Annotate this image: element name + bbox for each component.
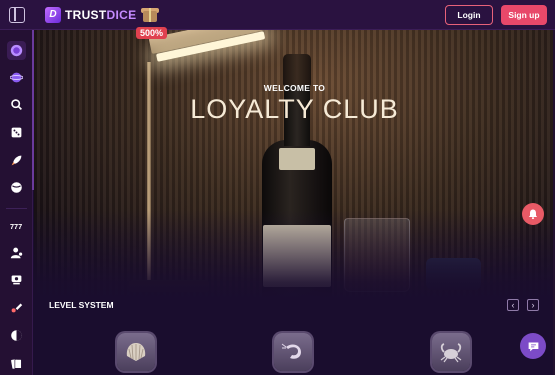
login-button[interactable]: Login [445, 5, 493, 25]
logo-text-dice: DICE [106, 8, 137, 22]
sidebar-item-vip[interactable] [7, 68, 26, 87]
sidebar-item-search[interactable] [7, 95, 26, 114]
sidebar: 777 [0, 30, 33, 375]
shell-icon [126, 343, 146, 361]
dealer-icon [10, 247, 23, 259]
level-prev-button[interactable]: ‹ [507, 299, 519, 311]
sidebar-toggle-icon[interactable] [9, 7, 25, 23]
planet-icon [10, 72, 23, 83]
level-next-button[interactable]: › [527, 299, 539, 311]
sidebar-item-crypto[interactable] [7, 326, 26, 345]
level-card-crab[interactable] [432, 333, 470, 371]
cards-icon [11, 359, 22, 369]
level-system-title: LEVEL SYSTEM [49, 300, 114, 310]
bell-icon [528, 209, 538, 220]
rocket-diag-icon [11, 303, 23, 313]
poker-table-icon [11, 275, 22, 285]
notification-button[interactable] [522, 203, 544, 225]
signup-button[interactable]: Sign up [501, 5, 547, 25]
dice-icon [11, 127, 22, 138]
sidebar-divider [6, 208, 27, 209]
sidebar-item-table-games[interactable] [7, 270, 26, 289]
top-bar: D TRUSTDICE Login Sign up [0, 0, 555, 30]
loyalty-hero-banner: WELCOME TO LOYALTY CLUB [34, 30, 555, 300]
sidebar-item-cards[interactable] [7, 354, 26, 373]
chat-icon [528, 341, 538, 351]
promo-badge[interactable]: 500% [136, 27, 168, 39]
coin-icon [11, 330, 22, 341]
hero-subtitle: WELCOME TO [263, 83, 326, 93]
chat-button[interactable] [520, 333, 546, 359]
sidebar-item-live-dealer[interactable] [7, 243, 26, 262]
logo-mark: D [45, 7, 61, 23]
shrimp-icon [281, 343, 301, 359]
svg-text:777: 777 [10, 222, 22, 231]
level-card-shrimp[interactable] [274, 333, 312, 371]
gift-icon[interactable] [140, 3, 160, 25]
sidebar-item-sports[interactable] [7, 178, 26, 197]
logo-text: TRUSTDICE [65, 8, 136, 22]
sidebar-item-slots[interactable]: 777 [7, 216, 26, 235]
level-card-shell[interactable] [117, 333, 155, 371]
rocket-icon [11, 155, 22, 166]
slots-777-icon: 777 [10, 222, 22, 231]
sidebar-item-rocket[interactable] [7, 151, 26, 170]
search-icon [11, 99, 22, 110]
logo[interactable]: D TRUSTDICE [45, 7, 136, 23]
ball-icon [11, 182, 22, 193]
sidebar-item-originals[interactable] [7, 298, 26, 317]
sidebar-item-dice[interactable] [7, 123, 26, 142]
logo-text-trust: TRUST [65, 8, 107, 22]
sidebar-item-promo[interactable] [7, 41, 26, 60]
purple-orb-icon [10, 44, 23, 57]
crab-icon [440, 343, 462, 363]
hero-title: LOYALTY CLUB [190, 94, 399, 124]
